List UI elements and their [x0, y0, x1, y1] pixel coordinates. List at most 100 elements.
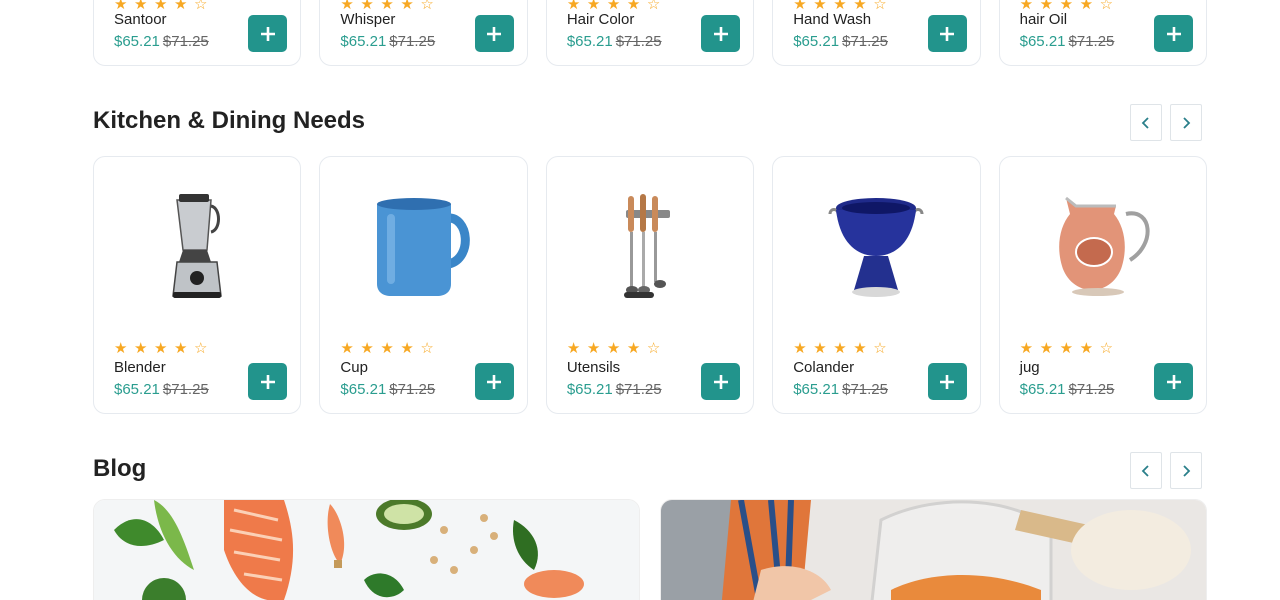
product-price: $65.21 $71.25	[1020, 381, 1115, 398]
star-icon: ★	[360, 340, 374, 357]
star-icon: ★	[174, 0, 188, 13]
product-name[interactable]: Hand Wash	[793, 11, 871, 28]
star-icon: ★	[400, 340, 414, 357]
product-card[interactable]: ★ ★ ★ ★ ☆ Cup $65.21 $71.25	[319, 156, 528, 414]
colander-image[interactable]	[773, 187, 979, 307]
rating-stars: ★ ★ ★ ★ ☆	[793, 340, 887, 357]
product-name[interactable]: Whisper	[340, 11, 395, 28]
product-name[interactable]: Cup	[340, 359, 368, 376]
old-price: $71.25	[389, 381, 436, 398]
current-price: $65.21	[566, 33, 613, 50]
star-icon: ★	[400, 0, 414, 13]
chevron-left-icon	[1141, 116, 1149, 129]
rating-stars: ★ ★ ★ ★ ☆	[114, 340, 208, 357]
product-name[interactable]: Blender	[114, 359, 166, 376]
product-card[interactable]: ★ ★ ★ ★ ☆ Colander $65.21 $71.25	[772, 156, 981, 414]
cup-image[interactable]	[320, 187, 526, 307]
blog-carousel-nav	[1130, 452, 1202, 489]
star-icon: ★	[1079, 340, 1094, 357]
product-price: $65.21 $71.25	[567, 33, 662, 50]
star-icon: ★	[1059, 340, 1074, 357]
product-name[interactable]: jug	[1020, 359, 1040, 376]
product-card[interactable]: ★ ★ ★ ★ ☆ Hand Wash $65.21 $71.25	[772, 0, 981, 66]
star-icon: ★	[174, 340, 188, 357]
current-price: $65.21	[1019, 381, 1066, 398]
prev-button[interactable]	[1130, 104, 1162, 141]
old-price: $71.25	[162, 33, 209, 50]
current-price: $65.21	[566, 381, 613, 398]
product-card[interactable]: ★ ★ ★ ★ ☆ Santoor $65.21 $71.25	[93, 0, 302, 66]
next-button[interactable]	[1170, 104, 1202, 141]
rating-stars: ★ ★ ★ ★ ☆	[1020, 340, 1114, 357]
add-to-cart-button[interactable]	[248, 15, 288, 52]
star-icon: ★	[114, 340, 128, 357]
chevron-right-icon	[1183, 116, 1191, 129]
chevron-right-icon	[1183, 464, 1191, 477]
product-price: $65.21 $71.25	[114, 33, 209, 50]
top-product-row: ★ ★ ★ ★ ☆ Santoor $65.21 $71.25 ★ ★ ★ ★ ☆ Whisper…	[93, 0, 1208, 66]
kitchen-section-title: Kitchen & Dining Needs	[93, 107, 366, 134]
plus-icon	[1166, 374, 1181, 389]
product-name[interactable]: Hair Color	[567, 11, 635, 28]
star-icon: ★	[833, 340, 847, 357]
add-to-cart-button[interactable]	[1154, 15, 1194, 52]
product-card[interactable]: ★ ★ ★ ★ ☆ Utensils $65.21 $71.25	[545, 156, 755, 414]
product-name[interactable]: hair Oil	[1020, 11, 1068, 28]
add-to-cart-button[interactable]	[927, 15, 967, 52]
product-card[interactable]: ★ ★ ★ ★ ☆ Hair Color $65.21 $71.25	[545, 0, 755, 66]
old-price: $71.25	[1068, 381, 1115, 398]
plus-icon	[487, 374, 502, 389]
blog-food-image[interactable]	[94, 500, 640, 600]
blog-card[interactable]	[93, 499, 640, 600]
plus-icon	[487, 26, 502, 41]
plus-icon	[260, 374, 275, 389]
old-price: $71.25	[162, 381, 209, 398]
add-to-cart-button[interactable]	[248, 363, 288, 400]
add-to-cart-button[interactable]	[474, 363, 514, 400]
blog-card[interactable]	[660, 499, 1207, 600]
star-icon: ★	[380, 340, 394, 357]
product-card[interactable]: ★ ★ ★ ★ ☆ Blender $65.21 $71.25	[93, 156, 302, 414]
rating-stars: ★ ★ ★ ★ ☆	[340, 340, 434, 357]
add-to-cart-button[interactable]	[1154, 363, 1194, 400]
current-price: $65.21	[793, 381, 840, 398]
product-name[interactable]: Utensils	[567, 359, 620, 376]
old-price: $71.25	[615, 381, 662, 398]
product-price: $65.21 $71.25	[793, 33, 888, 50]
product-price: $65.21 $71.25	[340, 33, 435, 50]
jug-image[interactable]	[1000, 187, 1206, 307]
star-outline-icon: ☆	[873, 340, 887, 357]
star-icon: ★	[566, 340, 581, 357]
star-icon: ★	[586, 340, 601, 357]
blender-image[interactable]	[94, 187, 300, 307]
product-price: $65.21 $71.25	[793, 381, 888, 398]
current-price: $65.21	[793, 33, 840, 50]
add-to-cart-button[interactable]	[701, 15, 741, 52]
product-price: $65.21 $71.25	[567, 381, 662, 398]
star-outline-icon: ☆	[646, 340, 661, 357]
kitchen-product-row: ★ ★ ★ ★ ☆ Blender $65.21 $71.25 ★ ★ ★ ★ ☆ Cup $65…	[93, 156, 1208, 414]
product-name[interactable]: Santoor	[114, 11, 167, 28]
old-price: $71.25	[1068, 33, 1115, 50]
star-outline-icon: ☆	[1099, 340, 1114, 357]
star-outline-icon: ☆	[420, 0, 434, 13]
product-card[interactable]: ★ ★ ★ ★ ☆ hair Oil $65.21 $71.25	[998, 0, 1208, 66]
star-outline-icon: ☆	[194, 0, 208, 13]
add-to-cart-button[interactable]	[701, 363, 741, 400]
utensils-image[interactable]	[547, 187, 753, 307]
next-button[interactable]	[1170, 452, 1202, 489]
blog-jar-image[interactable]	[661, 500, 1207, 600]
add-to-cart-button[interactable]	[474, 15, 514, 52]
plus-icon	[940, 26, 955, 41]
old-price: $71.25	[842, 33, 888, 50]
product-name[interactable]: Colander	[793, 359, 854, 376]
plus-icon	[713, 26, 728, 41]
prev-button[interactable]	[1130, 452, 1162, 489]
star-icon: ★	[154, 340, 168, 357]
kitchen-carousel-nav	[1130, 104, 1202, 141]
old-price: $71.25	[842, 381, 888, 398]
product-card[interactable]: ★ ★ ★ ★ ☆ Whisper $65.21 $71.25	[319, 0, 528, 66]
product-card[interactable]: ★ ★ ★ ★ ☆ jug $65.21 $71.25	[998, 156, 1208, 414]
add-to-cart-button[interactable]	[927, 363, 967, 400]
current-price: $65.21	[340, 381, 387, 398]
